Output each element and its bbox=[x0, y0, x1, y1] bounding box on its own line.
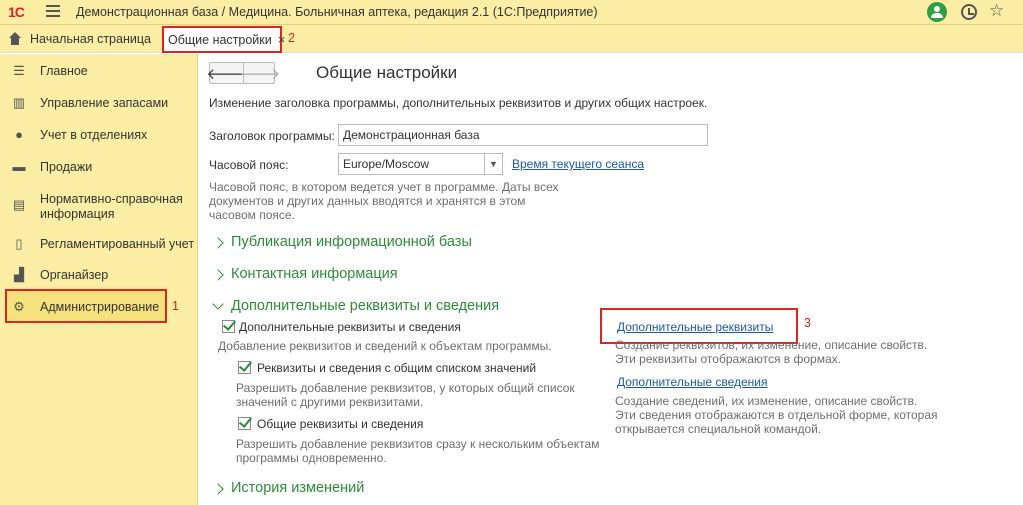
chevron-down-icon bbox=[212, 298, 224, 310]
tab-general-settings[interactable]: Общие настройки × bbox=[162, 26, 285, 53]
section-contact-label: Контактная информация bbox=[231, 266, 398, 282]
window-title: Демонстрационная база / Медицина. Больни… bbox=[76, 5, 598, 19]
checkbox-additional-props[interactable] bbox=[222, 320, 235, 333]
section-contact[interactable]: Контактная информация bbox=[212, 266, 398, 282]
chevron-right-icon bbox=[212, 236, 224, 249]
checkbox-common-props-hint-2: программы одновременно. bbox=[236, 451, 387, 465]
callout-number-3: 3 bbox=[804, 316, 811, 330]
home-icon bbox=[8, 32, 22, 46]
main-panel: 🡐 🡒 Общие настройки Изменение заголовка … bbox=[199, 54, 1023, 505]
cart-icon: ▬ bbox=[12, 159, 26, 174]
nav-buttons: 🡐 🡒 bbox=[206, 62, 280, 84]
app-logo[interactable]: 1С bbox=[8, 4, 25, 20]
props-hint-2: Эти реквизиты отображаются в формах. bbox=[615, 352, 841, 366]
tab-general-settings-label: Общие настройки bbox=[168, 32, 272, 47]
timezone-hint-line-1: Часовой пояс, в котором ведется учет в п… bbox=[209, 180, 559, 194]
sidebar-item-label: Главное bbox=[40, 64, 88, 78]
title-bar: 1С Демонстрационная база / Медицина. Бол… bbox=[0, 0, 1023, 25]
star-icon[interactable]: ☆ bbox=[989, 1, 1004, 21]
chart-icon: ▟ bbox=[14, 267, 24, 282]
checkbox-common-props-label: Общие реквизиты и сведения bbox=[257, 417, 424, 431]
timezone-label: Часовой пояс: bbox=[209, 158, 289, 172]
chevron-right-icon bbox=[212, 482, 224, 495]
tab-home[interactable]: Начальная страница bbox=[0, 25, 151, 53]
sidebar-item-label: Учет в отделениях bbox=[40, 128, 148, 142]
sidebar-item-label: Администрирование bbox=[40, 300, 160, 314]
section-history[interactable]: История изменений bbox=[212, 480, 365, 496]
close-icon[interactable]: × bbox=[278, 32, 286, 47]
additional-props-link[interactable]: Дополнительные реквизиты bbox=[617, 320, 773, 334]
hamburger-icon[interactable] bbox=[46, 5, 60, 17]
tab-home-label: Начальная страница bbox=[30, 32, 151, 46]
info-hint-3: открывается специальной командой. bbox=[615, 422, 822, 436]
program-title-label: Заголовок программы: bbox=[209, 129, 335, 143]
section-publication-label: Публикация информационной базы bbox=[231, 234, 472, 250]
callout-number-2: 2 bbox=[288, 31, 295, 45]
info-hint-1: Создание сведений, их изменение, описани… bbox=[615, 394, 918, 408]
sidebar-item-label: Управление запасами bbox=[40, 96, 169, 110]
back-button[interactable]: 🡐 bbox=[206, 63, 246, 83]
checkbox-shared-list[interactable] bbox=[238, 361, 251, 374]
timezone-hint-line-2: документов и других данных вводятся и хр… bbox=[209, 194, 526, 208]
checkbox-shared-list-hint-1: Разрешить добавление реквизитов, у котор… bbox=[236, 381, 575, 395]
sidebar-item-label: Органайзер bbox=[40, 268, 109, 282]
forward-button[interactable]: 🡒 bbox=[240, 63, 280, 83]
sidebar: ☰ Главное ▥ Управление запасами ● Учет в… bbox=[0, 54, 198, 505]
session-time-link[interactable]: Время текущего сеанса bbox=[512, 157, 644, 171]
callout-number-1: 1 bbox=[172, 299, 179, 313]
section-additional-label: Дополнительные реквизиты и сведения bbox=[231, 298, 500, 314]
props-hint-1: Создание реквизитов, их изменение, описа… bbox=[615, 338, 928, 352]
page-title: Общие настройки bbox=[316, 63, 458, 82]
checkbox-shared-list-label: Реквизиты и сведения с общим списком зна… bbox=[257, 361, 537, 375]
section-publication[interactable]: Публикация информационной базы bbox=[212, 234, 472, 250]
tab-bar: Начальная страница Общие настройки × 2 bbox=[0, 25, 1023, 53]
checkbox-common-props-hint-1: Разрешить добавление реквизитов сразу к … bbox=[236, 437, 600, 451]
checkbox-additional-props-hint: Добавление реквизитов и сведений к объек… bbox=[218, 339, 552, 353]
user-icon[interactable] bbox=[927, 2, 947, 22]
timezone-select[interactable] bbox=[338, 153, 485, 175]
person-icon: ● bbox=[15, 127, 23, 142]
checkbox-common-props[interactable] bbox=[238, 417, 251, 430]
books-icon: ▤ bbox=[12, 197, 26, 212]
checkbox-additional-props-label: Дополнительные реквизиты и сведения bbox=[239, 320, 461, 334]
document-icon: ▯ bbox=[15, 236, 23, 251]
checkbox-shared-list-hint-2: значений с другими реквизитами. bbox=[236, 395, 424, 409]
section-history-label: История изменений bbox=[231, 480, 365, 496]
list-icon: ☰ bbox=[13, 63, 25, 78]
history-icon[interactable] bbox=[961, 4, 977, 20]
sidebar-item-label-line2: информация bbox=[40, 207, 115, 221]
page-description: Изменение заголовка программы, дополните… bbox=[209, 96, 708, 110]
info-hint-2: Эти сведения отображаются в отдельной фо… bbox=[615, 408, 938, 422]
additional-info-link[interactable]: Дополнительные сведения bbox=[617, 375, 767, 389]
sidebar-item-label: Регламентированный учет bbox=[40, 237, 195, 251]
timezone-hint-line-3: часовом поясе. bbox=[209, 208, 295, 222]
sidebar-item-label: Продажи bbox=[40, 160, 93, 174]
sidebar-item-label: Нормативно-справочная bbox=[40, 192, 183, 206]
chevron-right-icon bbox=[212, 268, 224, 281]
warehouse-icon: ▥ bbox=[12, 95, 26, 110]
program-title-input[interactable] bbox=[338, 124, 708, 146]
gear-icon: ⚙ bbox=[13, 299, 25, 314]
section-additional[interactable]: Дополнительные реквизиты и сведения bbox=[212, 298, 500, 314]
chevron-down-icon[interactable]: ▼ bbox=[485, 153, 503, 175]
